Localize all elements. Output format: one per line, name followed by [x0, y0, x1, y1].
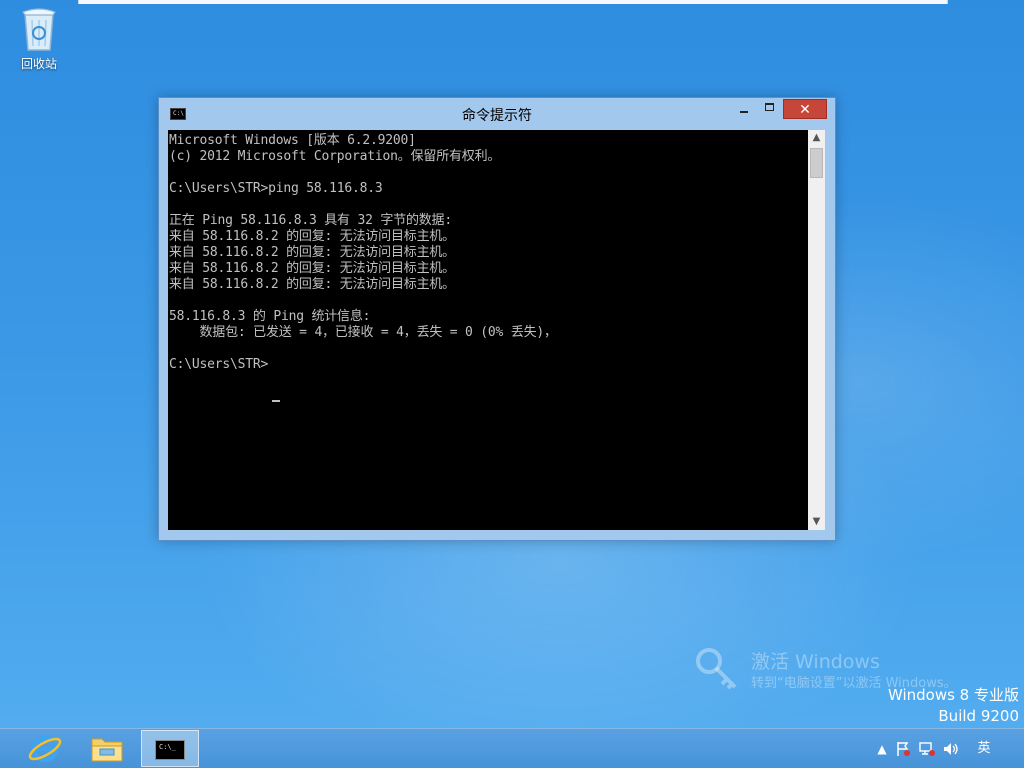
taskbar-ie-button[interactable] [16, 730, 74, 767]
taskbar-cmd-button[interactable]: C:\_ [141, 730, 199, 767]
maximize-button[interactable] [757, 99, 783, 119]
system-tray: ▲ 英 [876, 729, 1016, 768]
watermark-title: 激活 Windows [751, 651, 880, 673]
vertical-scrollbar[interactable]: ▲ ▼ [808, 130, 825, 530]
console-output[interactable]: Microsoft Windows [版本 6.2.9200] (c) 2012… [168, 130, 808, 530]
close-icon: ✕ [799, 102, 811, 118]
internet-explorer-icon [28, 735, 62, 763]
window-titlebar[interactable]: C:\ 命令提示符 ✕ [159, 98, 835, 129]
network-icon[interactable] [918, 740, 936, 758]
volume-icon[interactable] [942, 740, 960, 758]
os-edition: Windows 8 专业版 [887, 686, 1019, 704]
scroll-thumb[interactable] [810, 148, 823, 178]
cmd-icon: C:\_ [155, 740, 185, 760]
close-button[interactable]: ✕ [783, 99, 827, 119]
minimize-icon [740, 111, 748, 113]
folder-icon [91, 738, 123, 762]
action-center-flag-icon[interactable] [894, 740, 912, 758]
minimize-button[interactable] [731, 99, 757, 119]
recycle-bin-label: 回收站 [20, 57, 57, 71]
show-hidden-icons-icon[interactable]: ▲ [876, 740, 888, 758]
os-build: Build 9200 [938, 707, 1019, 725]
taskbar-explorer-button[interactable] [78, 730, 136, 767]
key-icon [695, 647, 741, 693]
scroll-down-icon[interactable]: ▼ [808, 514, 825, 530]
desktop-icon-recycle-bin[interactable]: 回收站 [10, 6, 68, 76]
scroll-up-icon[interactable]: ▲ [808, 130, 825, 146]
input-language-indicator[interactable]: 英 [974, 740, 994, 758]
os-version-info: Windows 8 专业版 Build 9200 [888, 685, 1019, 727]
console-text: Microsoft Windows [版本 6.2.9200] (c) 2012… [169, 133, 557, 372]
taskbar: C:\_ ▲ 英 [0, 728, 1024, 768]
cmd-window[interactable]: C:\ 命令提示符 ✕ Microsoft Windows [版本 6.2.92… [158, 97, 836, 541]
text-cursor [272, 400, 280, 402]
background-window-edge [78, 0, 948, 4]
maximize-icon [765, 103, 774, 111]
recycle-bin-icon [19, 6, 59, 52]
